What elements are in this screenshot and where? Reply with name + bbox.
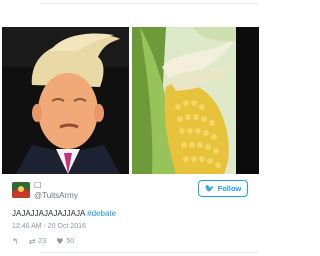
tweet-photo-corn[interactable]: [132, 27, 259, 174]
tweet-text: JAJAJJAJAJAJJAJA #debate: [12, 209, 116, 219]
tweet-actions: ↰ ⇄ 23 ♥ 50: [12, 236, 74, 246]
heart-icon: ♥: [56, 236, 64, 246]
small-glyph-icon: □: [34, 180, 42, 189]
retweet-icon: ⇄: [28, 236, 36, 246]
retweet-count: 23: [38, 237, 47, 245]
tweet-body: JAJAJJAJAJAJJAJA: [12, 209, 85, 218]
twitter-bird-icon: 🐦: [204, 184, 215, 193]
top-divider: [40, 0, 258, 4]
like-count: 50: [66, 237, 75, 245]
bottom-divider: [40, 252, 258, 253]
follow-button-label: Follow: [217, 184, 242, 193]
follow-button[interactable]: 🐦 Follow: [198, 180, 248, 197]
embedded-tweet-card: □ @TuitsArmy 🐦 Follow JAJAJJAJAJAJJAJA #…: [0, 0, 300, 256]
tweet-photo-portrait[interactable]: [2, 27, 129, 174]
like-action[interactable]: ♥ 50: [56, 237, 74, 246]
hashtag-link[interactable]: #debate: [87, 209, 116, 218]
author-handle[interactable]: @TuitsArmy: [34, 191, 78, 201]
tweet-media-grid: [2, 27, 260, 174]
retweet-action[interactable]: ⇄ 23: [29, 237, 47, 246]
reply-icon: ↰: [12, 236, 19, 246]
avatar[interactable]: [12, 182, 30, 198]
tweet-timestamp[interactable]: 12:46 AM - 20 Oct 2016: [12, 222, 86, 231]
reply-action[interactable]: ↰: [12, 237, 19, 246]
